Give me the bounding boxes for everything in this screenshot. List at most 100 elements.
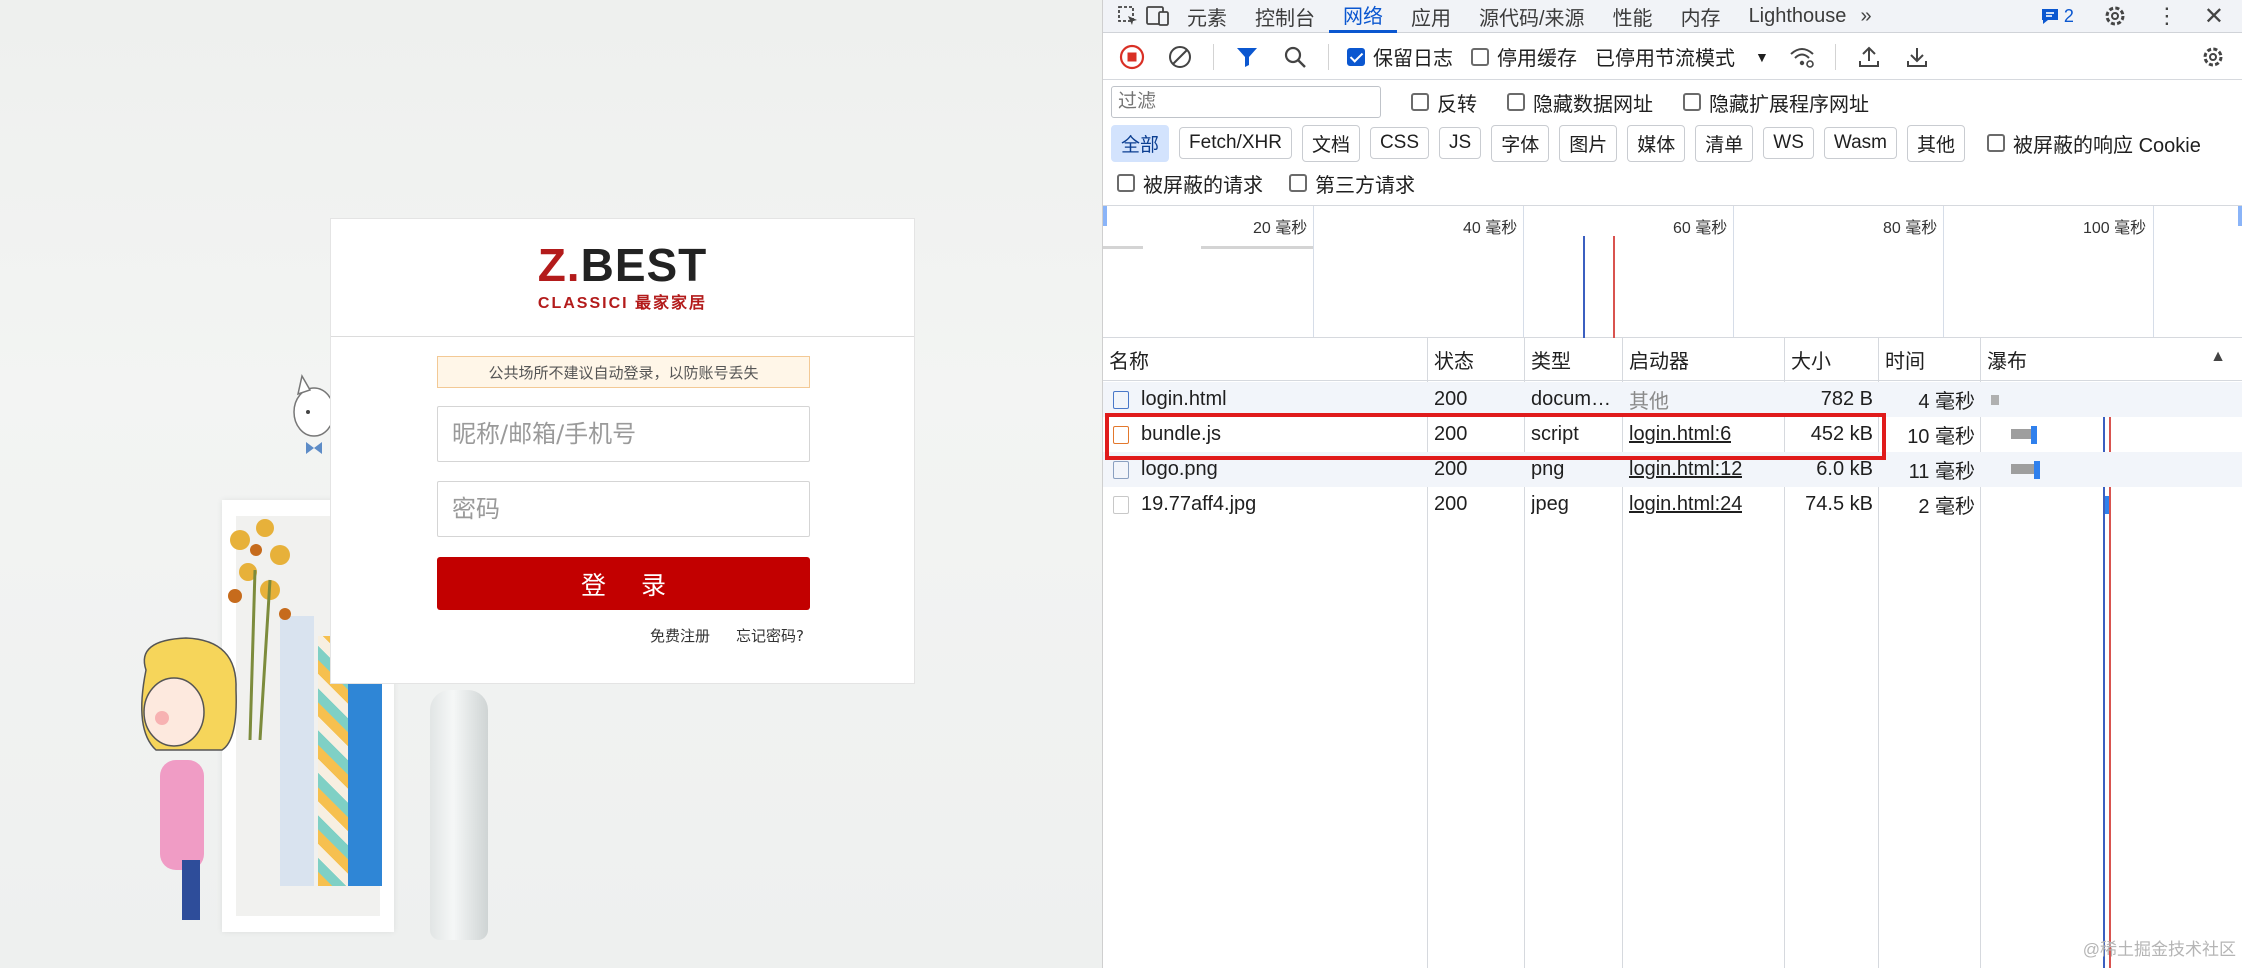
forgot-password-link[interactable]: 忘记密码?	[736, 625, 804, 646]
tab-lighthouse[interactable]: Lighthouse	[1735, 0, 1861, 33]
invert-checkbox[interactable]: 反转	[1411, 88, 1477, 117]
message-icon	[2041, 9, 2058, 24]
import-har-icon[interactable]	[1854, 42, 1884, 72]
preserve-log-checkbox[interactable]: 保留日志	[1347, 42, 1453, 71]
range-handle-left[interactable]	[1103, 206, 1107, 226]
column-header-type[interactable]: 类型	[1525, 338, 1571, 381]
type-filter-doc[interactable]: 文档	[1301, 124, 1360, 162]
checkbox-icon	[1411, 93, 1429, 111]
disable-cache-checkbox[interactable]: 停用缓存	[1471, 42, 1577, 71]
devtools-tabbar: 元素 控制台 网络 应用 源代码/来源 性能 内存 Lighthouse » 2…	[1103, 0, 2242, 33]
request-time: 10 毫秒	[1907, 426, 1975, 448]
image-icon	[1113, 495, 1129, 514]
filter-icon[interactable]	[1232, 42, 1262, 72]
column-header-status[interactable]: 状态	[1428, 338, 1474, 381]
table-row[interactable]: login.html 200 docum… 其他 782 B 4 毫秒	[1103, 382, 2242, 417]
waterfall-bar	[2034, 461, 2040, 479]
cat-illustration	[293, 373, 335, 454]
blocked-cookies-checkbox[interactable]: 被屏蔽的响应 Cookie	[1987, 129, 2201, 158]
request-initiator: 其他	[1629, 391, 1669, 413]
tab-performance[interactable]: 性能	[1599, 0, 1667, 33]
login-page: Z.BEST CLASSICI 最家家居 公共场所不建议自动登录，以防账号丢失 …	[0, 0, 1102, 968]
stop-recording-icon[interactable]	[1117, 42, 1147, 72]
throttling-select[interactable]: 已停用节流模式 ▼	[1595, 42, 1769, 71]
waterfall-bar	[1991, 395, 1999, 405]
tab-sources[interactable]: 源代码/来源	[1465, 0, 1599, 33]
request-time: 4 毫秒	[1918, 391, 1975, 413]
checkbox-icon	[1987, 134, 2006, 152]
toolbar-divider	[1213, 43, 1214, 70]
type-filter-wasm[interactable]: Wasm	[1823, 127, 1898, 159]
register-link[interactable]: 免费注册	[650, 625, 710, 646]
disable-cache-label: 停用缓存	[1497, 48, 1577, 70]
toolbar-divider	[1834, 43, 1836, 70]
type-filter-js[interactable]: JS	[1439, 127, 1482, 159]
network-settings-icon[interactable]	[2198, 42, 2228, 72]
inspect-element-icon[interactable]	[1113, 1, 1143, 31]
username-input[interactable]	[437, 406, 810, 462]
clear-icon[interactable]	[1165, 42, 1195, 72]
request-table-header: 名称 状态 类型 启动器 大小 时间 瀑布 ▲	[1103, 338, 2242, 381]
overview-tick-label: 60 毫秒	[1673, 220, 1728, 237]
tab-memory[interactable]: 内存	[1667, 0, 1735, 33]
type-filter-img[interactable]: 图片	[1559, 124, 1618, 162]
dom-content-loaded-line	[1583, 236, 1585, 339]
hide-data-urls-checkbox[interactable]: 隐藏数据网址	[1507, 88, 1653, 117]
type-filter-font[interactable]: 字体	[1491, 124, 1550, 162]
checkbox-icon	[1289, 174, 1307, 192]
overview-gridline	[1313, 206, 1314, 337]
checkbox-icon	[1117, 174, 1135, 192]
column-header-name[interactable]: 名称	[1103, 338, 1149, 381]
more-options-icon[interactable]: ⋮	[2156, 3, 2178, 29]
logo-mark: Z.	[537, 238, 581, 291]
range-handle-right[interactable]	[2238, 206, 2242, 226]
overview-tick-label: 40 毫秒	[1463, 220, 1518, 237]
network-conditions-icon[interactable]	[1787, 42, 1817, 72]
checkbox-icon	[1683, 93, 1701, 111]
tab-application[interactable]: 应用	[1397, 0, 1465, 33]
login-header: Z.BEST CLASSICI 最家家居	[331, 219, 914, 337]
column-header-initiator[interactable]: 启动器	[1623, 338, 1689, 381]
type-filter-ws[interactable]: WS	[1763, 127, 1814, 159]
third-party-checkbox[interactable]: 第三方请求	[1289, 169, 1415, 198]
tab-elements[interactable]: 元素	[1173, 0, 1241, 33]
column-header-size[interactable]: 大小	[1785, 338, 1831, 381]
search-icon[interactable]	[1280, 42, 1310, 72]
devtools-panel: 元素 控制台 网络 应用 源代码/来源 性能 内存 Lighthouse » 2…	[1102, 0, 2242, 968]
request-initiator-link[interactable]: login.html:24	[1629, 487, 1742, 522]
request-size: 74.5 kB	[1805, 493, 1873, 515]
request-status: 200	[1434, 388, 1468, 410]
type-filter-css[interactable]: CSS	[1369, 127, 1430, 159]
type-filter-all[interactable]: 全部	[1111, 124, 1170, 162]
more-tabs-icon[interactable]: »	[1860, 5, 1871, 28]
device-toolbar-icon[interactable]	[1143, 1, 1173, 31]
overview-tick-label: 20 毫秒	[1253, 220, 1308, 237]
issues-badge[interactable]: 2	[2040, 6, 2074, 27]
request-size: 782 B	[1820, 388, 1873, 410]
column-header-waterfall[interactable]: 瀑布	[1981, 338, 2027, 381]
type-filter-fetch-xhr[interactable]: Fetch/XHR	[1179, 127, 1292, 159]
blocked-requests-checkbox[interactable]: 被屏蔽的请求	[1117, 169, 1263, 198]
export-har-icon[interactable]	[1902, 42, 1932, 72]
type-filter-manifest[interactable]: 清单	[1695, 124, 1754, 162]
type-filter-media[interactable]: 媒体	[1627, 124, 1686, 162]
toolbar-divider	[1328, 43, 1329, 70]
login-button[interactable]: 登 录	[437, 557, 810, 610]
network-overview[interactable]: 20 毫秒 40 毫秒 60 毫秒 80 毫秒 100 毫秒	[1103, 205, 2242, 339]
vase-illustration	[430, 690, 488, 940]
auth-links: 免费注册 忘记密码?	[650, 625, 804, 646]
password-input[interactable]	[437, 481, 810, 537]
sort-ascending-icon[interactable]: ▲	[2210, 348, 2226, 366]
filter-input[interactable]	[1111, 86, 1381, 118]
type-filter-other[interactable]: 其他	[1907, 124, 1966, 162]
close-icon[interactable]: ✕	[2204, 2, 2224, 31]
hide-extension-urls-checkbox[interactable]: 隐藏扩展程序网址	[1683, 88, 1869, 117]
settings-gear-icon[interactable]	[2100, 1, 2130, 31]
tabbar-right: 2 ⋮ ✕	[2040, 1, 2242, 31]
tab-console[interactable]: 控制台	[1241, 0, 1329, 33]
tab-network[interactable]: 网络	[1329, 0, 1397, 33]
network-toolbar: 保留日志 停用缓存 已停用节流模式 ▼	[1103, 34, 2242, 80]
brand-logo: Z.BEST CLASSICI 最家家居	[538, 242, 708, 313]
table-row[interactable]: 19.77aff4.jpg 200 jpeg login.html:24 74.…	[1103, 487, 2242, 522]
column-header-time[interactable]: 时间	[1879, 338, 1925, 381]
